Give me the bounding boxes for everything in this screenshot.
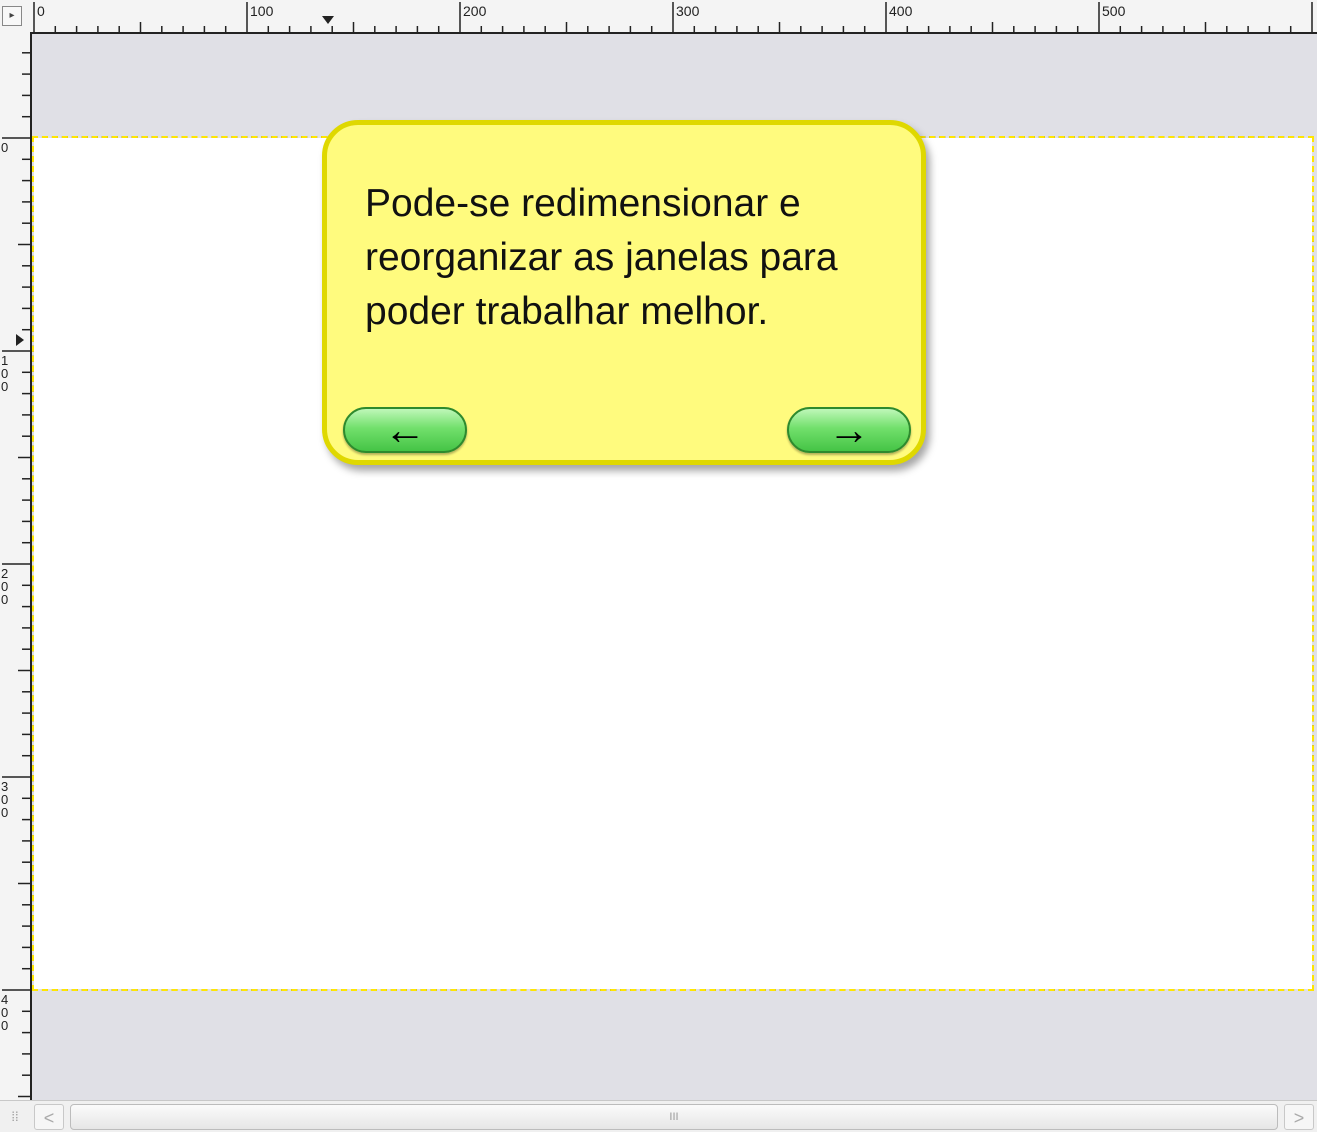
- grip-icon: III: [669, 1111, 679, 1123]
- next-button[interactable]: →: [787, 407, 911, 453]
- pointer-marker: [322, 16, 334, 24]
- chevron-right-icon: >: [1293, 1108, 1305, 1128]
- ruler-label-char: 0: [1, 140, 8, 155]
- navigate-icon[interactable]: ▸: [2, 6, 22, 26]
- horizontal-scrollbar[interactable]: ⁞⁞ < III >: [0, 1100, 1317, 1132]
- arrow-right-icon: →: [828, 406, 870, 453]
- ruler-label: 200: [463, 3, 487, 19]
- ruler-label-char: 0: [1, 805, 8, 820]
- scroll-right-button[interactable]: >: [1284, 1104, 1314, 1130]
- ruler-label: 300: [676, 3, 700, 19]
- resize-grip-icon[interactable]: ⁞⁞: [0, 1101, 30, 1132]
- tooltip-message: Pode-se redimensionar e reorganizar as j…: [365, 182, 838, 333]
- horizontal-ruler: 0 100 200 300 400 500 ▸: [0, 0, 1317, 34]
- vertical-ruler: 0100200300400: [0, 32, 32, 1100]
- back-button[interactable]: ←: [343, 407, 467, 453]
- ruler-label-char: 0: [1, 592, 8, 607]
- scroll-left-button[interactable]: <: [34, 1104, 64, 1130]
- ruler-label: 100: [250, 3, 274, 19]
- horizontal-ruler-ticks: 0 100 200 300 400 500: [33, 2, 1313, 32]
- scrollbar-thumb[interactable]: III: [70, 1104, 1278, 1130]
- ruler-label-char: 0: [1, 379, 8, 394]
- ruler-label: 400: [889, 3, 913, 19]
- ruler-label: 500: [1102, 3, 1126, 19]
- ruler-label-char: 0: [1, 1018, 8, 1033]
- pointer-marker: [16, 334, 24, 346]
- vertical-ruler-ticks: 0100200300400: [1, 52, 30, 1098]
- arrow-left-icon: ←: [384, 406, 426, 453]
- chevron-left-icon: <: [43, 1108, 55, 1128]
- ruler-label: 0: [37, 3, 45, 19]
- tutorial-tooltip: Pode-se redimensionar e reorganizar as j…: [322, 120, 926, 465]
